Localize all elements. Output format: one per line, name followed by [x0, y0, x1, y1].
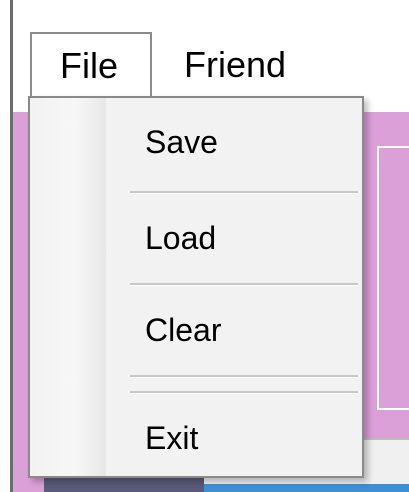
menu-separator	[130, 375, 358, 378]
menu-item-exit[interactable]: Exit	[30, 410, 362, 466]
menu-separator	[130, 191, 358, 194]
menu-bar: File Friend	[13, 0, 409, 98]
app-window: File Friend Save Load Clear Exit	[0, 0, 409, 492]
menu-friend[interactable]: Friend	[184, 32, 286, 98]
bottom-control-highlight[interactable]	[204, 484, 409, 492]
file-dropdown-menu: Save Load Clear Exit	[28, 96, 364, 478]
menu-item-clear[interactable]: Clear	[30, 302, 362, 358]
menu-item-load[interactable]: Load	[30, 210, 362, 266]
menu-separator	[130, 283, 358, 286]
menu-item-save[interactable]: Save	[30, 114, 362, 170]
group-box	[377, 146, 409, 410]
menu-file[interactable]: File	[30, 32, 152, 98]
menu-separator	[130, 391, 358, 394]
